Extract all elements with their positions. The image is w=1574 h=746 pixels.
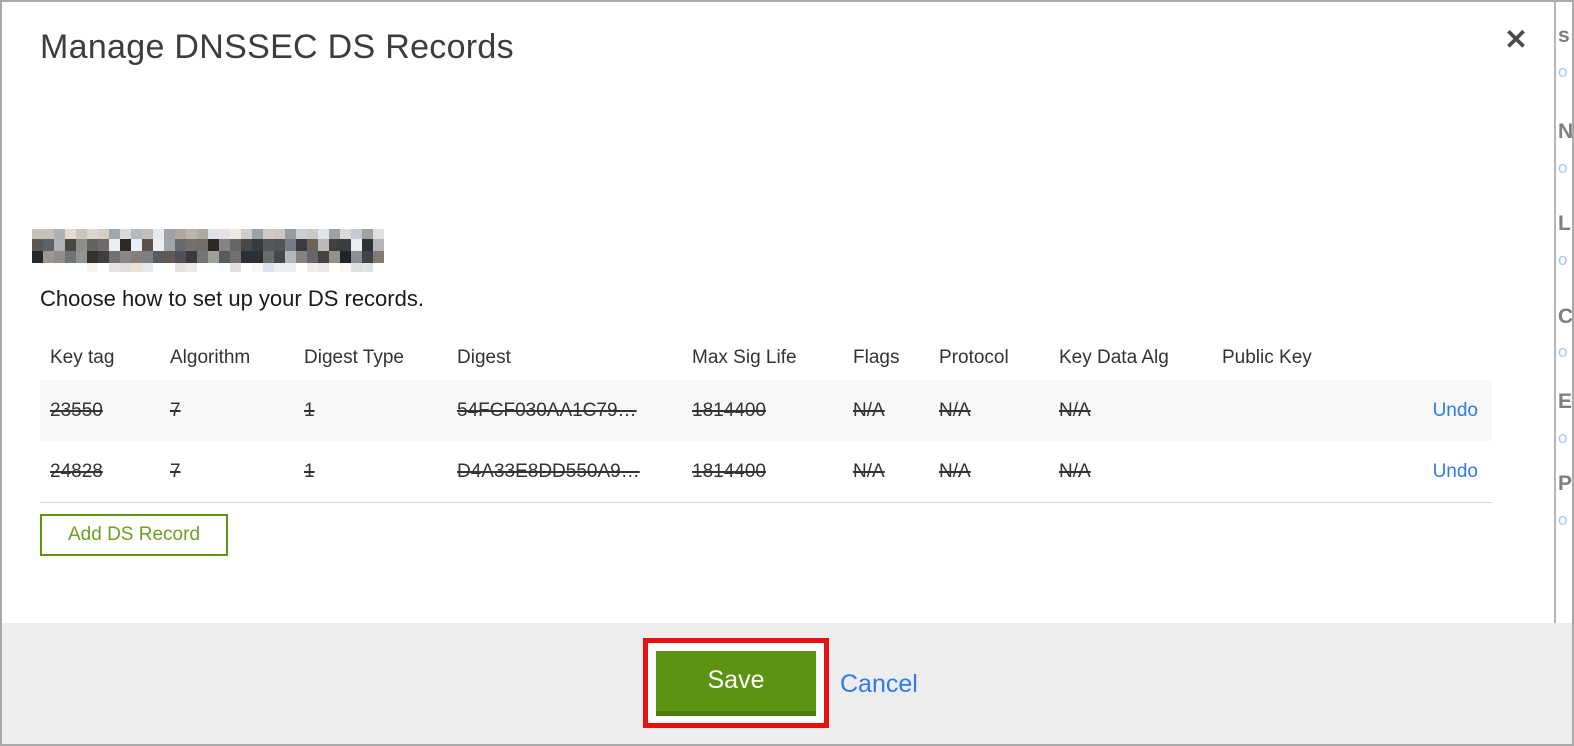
cell-protocol: N/A <box>939 460 971 482</box>
cell-max-sig-life: 1814400 <box>692 460 766 482</box>
clipped-link-fragment: o <box>1558 62 1568 81</box>
table-row: 24828 7 1 D4A33E8DD550A9… 1814400 N/A N/… <box>40 441 1492 502</box>
column-header: Key Data Alg <box>1059 347 1169 368</box>
cell-algorithm: 7 <box>170 399 181 421</box>
cell-flags: N/A <box>853 399 885 421</box>
add-ds-record-button[interactable]: Add DS Record <box>40 514 229 556</box>
column-header: Digest <box>457 347 511 368</box>
undo-link[interactable]: Undo <box>1433 461 1478 482</box>
clipped-link-fragment: o <box>1558 158 1568 177</box>
clipped-link-fragment: o <box>1558 342 1568 361</box>
column-header: Protocol <box>939 347 1009 368</box>
cell-digest: D4A33E8DD550A9… <box>457 460 640 482</box>
column-header: Digest Type <box>304 347 404 368</box>
save-button[interactable]: Save <box>656 650 816 716</box>
close-icon[interactable]: ✕ <box>1496 20 1536 60</box>
column-header: Key tag <box>50 347 115 368</box>
column-header: Public Key <box>1222 347 1312 368</box>
cell-key-data-alg: N/A <box>1059 399 1091 421</box>
cell-max-sig-life: 1814400 <box>692 399 766 421</box>
cell-digest: 54FCF030AA1C79… <box>457 399 637 421</box>
clipped-heading-fragment: L <box>1558 212 1571 235</box>
cell-algorithm: 7 <box>170 460 181 482</box>
clipped-heading-fragment: P <box>1558 472 1573 495</box>
clipped-link-fragment: o <box>1558 510 1568 529</box>
modal-dialog: Manage DNSSEC DS Records ✕ Choose how to… <box>0 0 1574 746</box>
column-header: Flags <box>853 347 900 368</box>
column-header: Max Sig Life <box>692 347 797 368</box>
table-header-row: Key tag Algorithm Digest Type Digest Max Sig… <box>40 336 1492 380</box>
clipped-link-fragment: o <box>1558 428 1568 447</box>
undo-link[interactable]: Undo <box>1433 400 1478 421</box>
redacted-domain-name <box>32 229 396 273</box>
page-title: Manage DNSSEC DS Records <box>40 28 514 66</box>
table-row: 23550 7 1 54FCF030AA1C79… 1814400 N/A N/… <box>40 380 1492 441</box>
cell-flags: N/A <box>853 460 885 482</box>
background-page-fragments: soNoLoCoEoPo <box>1558 2 1574 623</box>
modal-footer: Save Cancel <box>2 623 1572 744</box>
clipped-heading-fragment: s <box>1558 24 1570 47</box>
clipped-heading-fragment: N <box>1558 120 1574 143</box>
cell-digest-type: 1 <box>304 460 315 482</box>
subtitle-text: Choose how to set up your DS records. <box>40 286 424 311</box>
clipped-heading-fragment: C <box>1558 305 1574 328</box>
annotation-highlight-box: Save <box>643 638 829 728</box>
cell-key-tag: 24828 <box>50 460 103 482</box>
cell-key-data-alg: N/A <box>1059 460 1091 482</box>
clipped-heading-fragment: E <box>1558 390 1573 413</box>
cell-protocol: N/A <box>939 399 971 421</box>
column-header: Algorithm <box>170 347 251 368</box>
cell-digest-type: 1 <box>304 399 315 421</box>
clipped-link-fragment: o <box>1558 250 1568 269</box>
ds-records-table: Key tag Algorithm Digest Type Digest Max Sig… <box>40 336 1492 503</box>
cell-key-tag: 23550 <box>50 399 103 421</box>
cancel-link[interactable]: Cancel <box>840 670 918 699</box>
background-page-divider <box>1554 2 1556 623</box>
